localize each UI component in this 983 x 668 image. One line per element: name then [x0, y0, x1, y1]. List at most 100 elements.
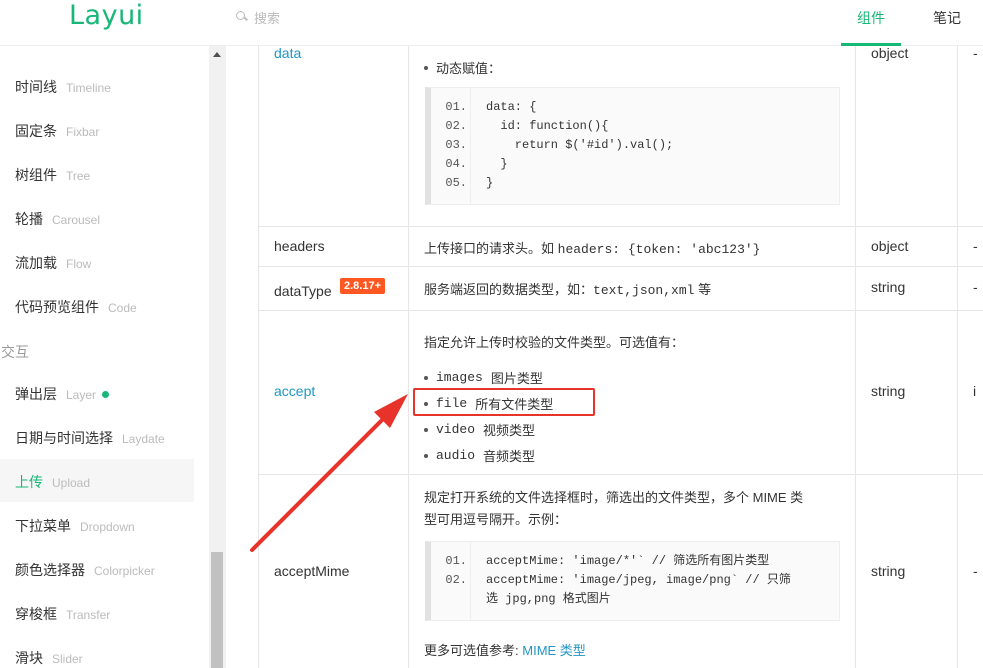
sidebar-item-label: 弹出层: [15, 386, 57, 402]
option-name-link[interactable]: data: [274, 45, 301, 61]
inline-code: text,json,xml: [593, 283, 695, 298]
list-item-text: 动态赋值：: [436, 61, 502, 76]
sidebar-item-en-label: Colorpicker: [94, 564, 155, 578]
sidebar-item-flow[interactable]: 流加载 Flow: [15, 253, 91, 273]
sidebar-item-en-label: Carousel: [52, 213, 101, 227]
tab-notes[interactable]: 笔记: [933, 8, 961, 28]
sidebar-item-layer[interactable]: 弹出层 Layer: [15, 384, 110, 404]
sidebar: 时间线 Timeline 固定条 Fixbar 树组件 Tree 轮播 Carousel…: [0, 46, 210, 668]
table-row: accept 指定允许上传时校验的文件类型。可选值有： images 图片类型 f…: [258, 311, 983, 475]
option-name: headers: [274, 238, 325, 254]
search-icon[interactable]: [236, 11, 248, 23]
sidebar-item-fixbar[interactable]: 固定条 Fixbar: [15, 121, 99, 141]
code-line: return $('#id').val();: [486, 138, 674, 152]
tab-components[interactable]: 组件: [857, 8, 885, 28]
code-line: 选 jpg,png 格式图片: [486, 592, 611, 606]
option-default: -: [973, 279, 978, 295]
code-block: 01. data: { 02. id: function(){ 03. retu…: [425, 87, 840, 205]
option-name: dataType: [274, 283, 332, 299]
code-line: }: [486, 157, 508, 171]
sidebar-item-label: 上传: [15, 474, 43, 490]
scrollbar-thumb[interactable]: [211, 552, 223, 668]
sidebar-item-label: 颜色选择器: [15, 562, 85, 578]
code-line: data: {: [486, 100, 537, 114]
version-badge: 2.8.17+: [340, 278, 386, 294]
line-number: 02.: [445, 119, 467, 133]
sidebar-item-en-label: Laydate: [122, 432, 165, 446]
table-row: data object - 动态赋值： 01. data: { 02. id: …: [258, 45, 983, 227]
option-default: i: [973, 383, 977, 399]
mime-type-link[interactable]: MIME 类型: [522, 643, 586, 658]
sidebar-item-colorpicker[interactable]: 颜色选择器 Colorpicker: [15, 560, 155, 580]
sidebar-item-en-label: Flow: [66, 257, 92, 271]
sidebar-item-en-label: Code: [108, 301, 137, 315]
sidebar-item-label: 流加载: [15, 255, 57, 271]
list-item: images 图片类型: [424, 368, 543, 387]
sidebar-item-code[interactable]: 代码预览组件 Code: [15, 297, 137, 317]
sidebar-item-en-label: Timeline: [66, 81, 111, 95]
option-type: string: [871, 383, 906, 399]
option-default: -: [973, 238, 978, 254]
list-item-text: 音频类型: [483, 449, 536, 464]
option-description: 服务端返回的数据类型，如：text,json,xml 等: [424, 279, 711, 298]
annotation-highlight-box: [413, 388, 595, 416]
sidebar-item-label: 轮播: [15, 211, 43, 227]
description-text: 型可用逗号隔开。示例：: [424, 512, 568, 527]
sidebar-item-dropdown[interactable]: 下拉菜单 Dropdown: [15, 516, 135, 536]
description-text: 服务端返回的数据类型，如：: [424, 282, 594, 297]
sidebar-item-en-label: Tree: [66, 169, 91, 183]
option-description: 上传接口的请求头。如 headers: {token: 'abc123'}: [424, 238, 760, 257]
line-number: 03.: [445, 138, 467, 152]
sidebar-item-laydate[interactable]: 日期与时间选择 Laydate: [15, 428, 165, 448]
list-item: video 视频类型: [424, 420, 535, 439]
code-line: id: function(){: [486, 119, 609, 133]
sidebar-item-label: 树组件: [15, 167, 57, 183]
inline-code: images: [436, 370, 483, 385]
description-text: 规定打开系统的文件选择框时，筛选出的文件类型，多个 MIME 类: [424, 490, 804, 505]
inline-code: audio: [436, 448, 476, 463]
inline-code: video: [436, 422, 476, 437]
option-default: -: [973, 563, 978, 579]
list-item: audio 音频类型: [424, 446, 535, 465]
list-item: 动态赋值：: [424, 58, 501, 77]
option-type: string: [871, 279, 906, 295]
sidebar-item-carousel[interactable]: 轮播 Carousel: [15, 209, 100, 229]
sidebar-item-label: 日期与时间选择: [15, 430, 113, 446]
sidebar-item-timeline[interactable]: 时间线 Timeline: [15, 77, 111, 97]
option-type: string: [871, 563, 906, 579]
option-description: 规定打开系统的文件选择框时，筛选出的文件类型，多个 MIME 类 型可用逗号隔开…: [424, 487, 844, 531]
list-item-text: 图片类型: [490, 371, 543, 386]
sidebar-item-en-label: Fixbar: [66, 125, 100, 139]
sidebar-item-upload[interactable]: 上传 Upload: [15, 472, 90, 492]
sidebar-item-label: 代码预览组件: [15, 299, 99, 315]
sidebar-group-interaction: 交互: [1, 344, 29, 360]
sidebar-scrollbar[interactable]: [209, 46, 226, 668]
option-name: acceptMime: [274, 563, 350, 579]
logo[interactable]: Layui: [69, 0, 144, 31]
table-row: acceptMime 规定打开系统的文件选择框时，筛选出的文件类型，多个 MIM…: [258, 475, 983, 668]
code-block: 01. acceptMime: 'image/*'` // 筛选所有图片类型 0…: [425, 541, 840, 621]
sidebar-item-transfer[interactable]: 穿梭框 Transfer: [15, 604, 110, 624]
list-item-text: 视频类型: [483, 423, 536, 438]
line-number: 02.: [445, 573, 467, 587]
search-input[interactable]: 搜索: [254, 8, 280, 27]
sidebar-item-slider[interactable]: 滑块 Slider: [15, 648, 83, 668]
line-number: 05.: [445, 176, 467, 190]
option-type: object: [871, 45, 909, 61]
scroll-up-arrow-icon[interactable]: [213, 52, 221, 57]
sidebar-item-tree[interactable]: 树组件 Tree: [15, 165, 90, 185]
sidebar-item-label: 下拉菜单: [15, 518, 71, 534]
description-text: 等: [698, 282, 712, 297]
search-box[interactable]: 搜索: [236, 8, 280, 27]
sidebar-item-en-label: Upload: [52, 476, 91, 490]
top-header: Layui 搜索 组件 笔记: [0, 0, 983, 46]
option-name-link[interactable]: accept: [274, 383, 315, 399]
sidebar-item-en-label: Transfer: [66, 608, 111, 622]
description-text: 上传接口的请求头。如: [424, 241, 555, 256]
option-description: 指定允许上传时校验的文件类型。可选值有：: [424, 335, 685, 350]
code-line: acceptMime: 'image/jpeg, image/png` // 只…: [486, 573, 791, 587]
description-text: 更多可选值参考:: [424, 643, 519, 658]
more-reference: 更多可选值参考: MIME 类型: [424, 640, 586, 659]
line-number: 04.: [445, 157, 467, 171]
option-default: -: [973, 45, 978, 61]
